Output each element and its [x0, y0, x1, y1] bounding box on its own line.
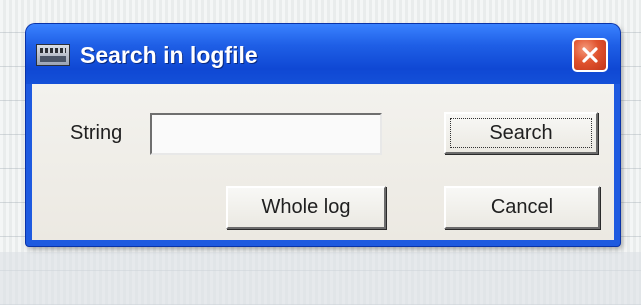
app-window-icon — [36, 44, 70, 66]
search-button[interactable]: Search — [444, 112, 598, 154]
dialog-title: Search in logfile — [80, 42, 258, 68]
dialog-body: String Search Whole log Cancel — [32, 84, 614, 240]
desktop-background — [0, 252, 641, 305]
cancel-button[interactable]: Cancel — [444, 186, 600, 229]
close-button[interactable] — [572, 38, 608, 72]
title-bar[interactable]: Search in logfile — [26, 24, 620, 84]
string-label: String — [70, 122, 123, 144]
string-input[interactable] — [150, 113, 382, 155]
search-dialog: Search in logfile String Search Whole lo… — [26, 24, 620, 246]
close-icon — [582, 47, 598, 63]
whole-log-button[interactable]: Whole log — [226, 186, 386, 229]
